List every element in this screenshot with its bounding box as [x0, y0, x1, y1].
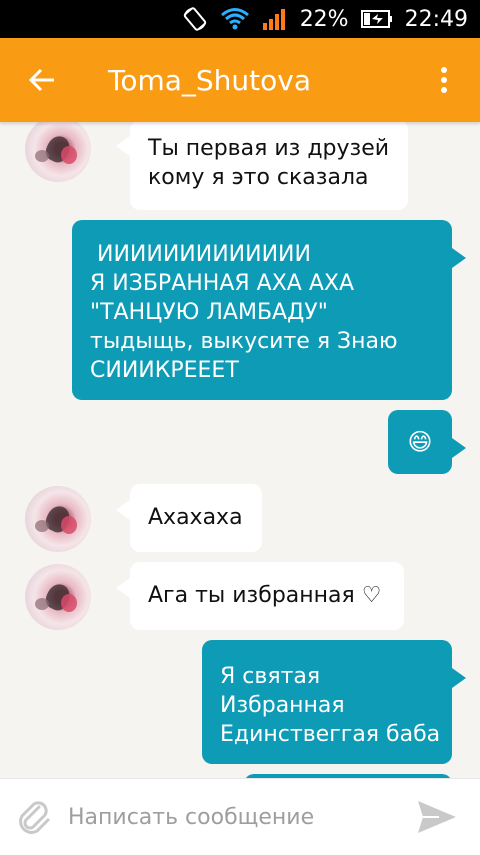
message-text: Единствеггая баба	[220, 722, 441, 747]
clock: 22:49	[404, 6, 468, 32]
message-text: Я святая	[220, 664, 321, 689]
rotation-lock-icon	[182, 6, 208, 32]
emoji-smile-icon: 😄	[407, 427, 433, 456]
message-text: Я ИЗБРАННАЯ АХА АХА	[90, 271, 354, 296]
more-vertical-icon	[441, 67, 447, 93]
message-text: кому я это сказала	[148, 165, 369, 190]
contact-avatar[interactable]	[25, 122, 91, 182]
message-input[interactable]	[64, 786, 402, 848]
attach-button[interactable]	[4, 799, 64, 835]
message-text: тыдыщь, выкусите я Знаю	[90, 329, 398, 354]
contact-avatar[interactable]	[25, 564, 91, 630]
message-text: ИИИИИИИИИИИИИ	[90, 242, 311, 267]
message-bubble-outgoing[interactable]: ИИИИИИИИИИИИИ Я ИЗБРАННАЯ АХА АХА "ТАНЦУ…	[72, 220, 466, 400]
message-text: СИИИКРЕЕЕТ	[90, 358, 239, 383]
status-bar: 22% 22:49	[0, 0, 480, 38]
message-text: "ТАНЦУЮ ЛАМБАДУ"	[90, 300, 328, 325]
app-bar: Toma_Shutova	[0, 38, 480, 122]
message-bubble-incoming[interactable]: Ты первая из друзей кому я это сказала	[116, 122, 408, 210]
message-text: Ахахаха	[148, 505, 243, 530]
battery-charging-icon	[360, 9, 393, 29]
send-icon	[418, 801, 456, 833]
message-bubble-outgoing[interactable]: 😄	[388, 410, 466, 474]
message-text: Ага ты избранная ♡	[148, 583, 382, 608]
composer-bar	[0, 778, 480, 855]
message-bubble-incoming[interactable]: Ага ты избранная ♡	[116, 562, 404, 630]
back-button[interactable]	[12, 38, 72, 122]
message-bubble-incoming[interactable]: Ахахаха	[116, 484, 262, 552]
message-bubble-outgoing[interactable]: Я святая Избранная Единствеггая баба	[202, 640, 466, 764]
wifi-icon	[220, 7, 250, 31]
chat-title: Toma_Shutova	[108, 63, 312, 97]
signal-icon	[262, 7, 288, 31]
battery-percent: 22%	[299, 6, 349, 32]
message-text: Ты первая из друзей	[148, 136, 390, 161]
contact-avatar[interactable]	[25, 486, 91, 552]
message-text: Избранная	[220, 693, 345, 718]
send-button[interactable]	[402, 799, 472, 835]
message-list[interactable]: Ты первая из друзей кому я это сказала И…	[0, 122, 480, 778]
arrow-back-icon	[28, 68, 54, 92]
paperclip-icon	[19, 801, 50, 834]
overflow-menu-button[interactable]	[424, 38, 464, 122]
